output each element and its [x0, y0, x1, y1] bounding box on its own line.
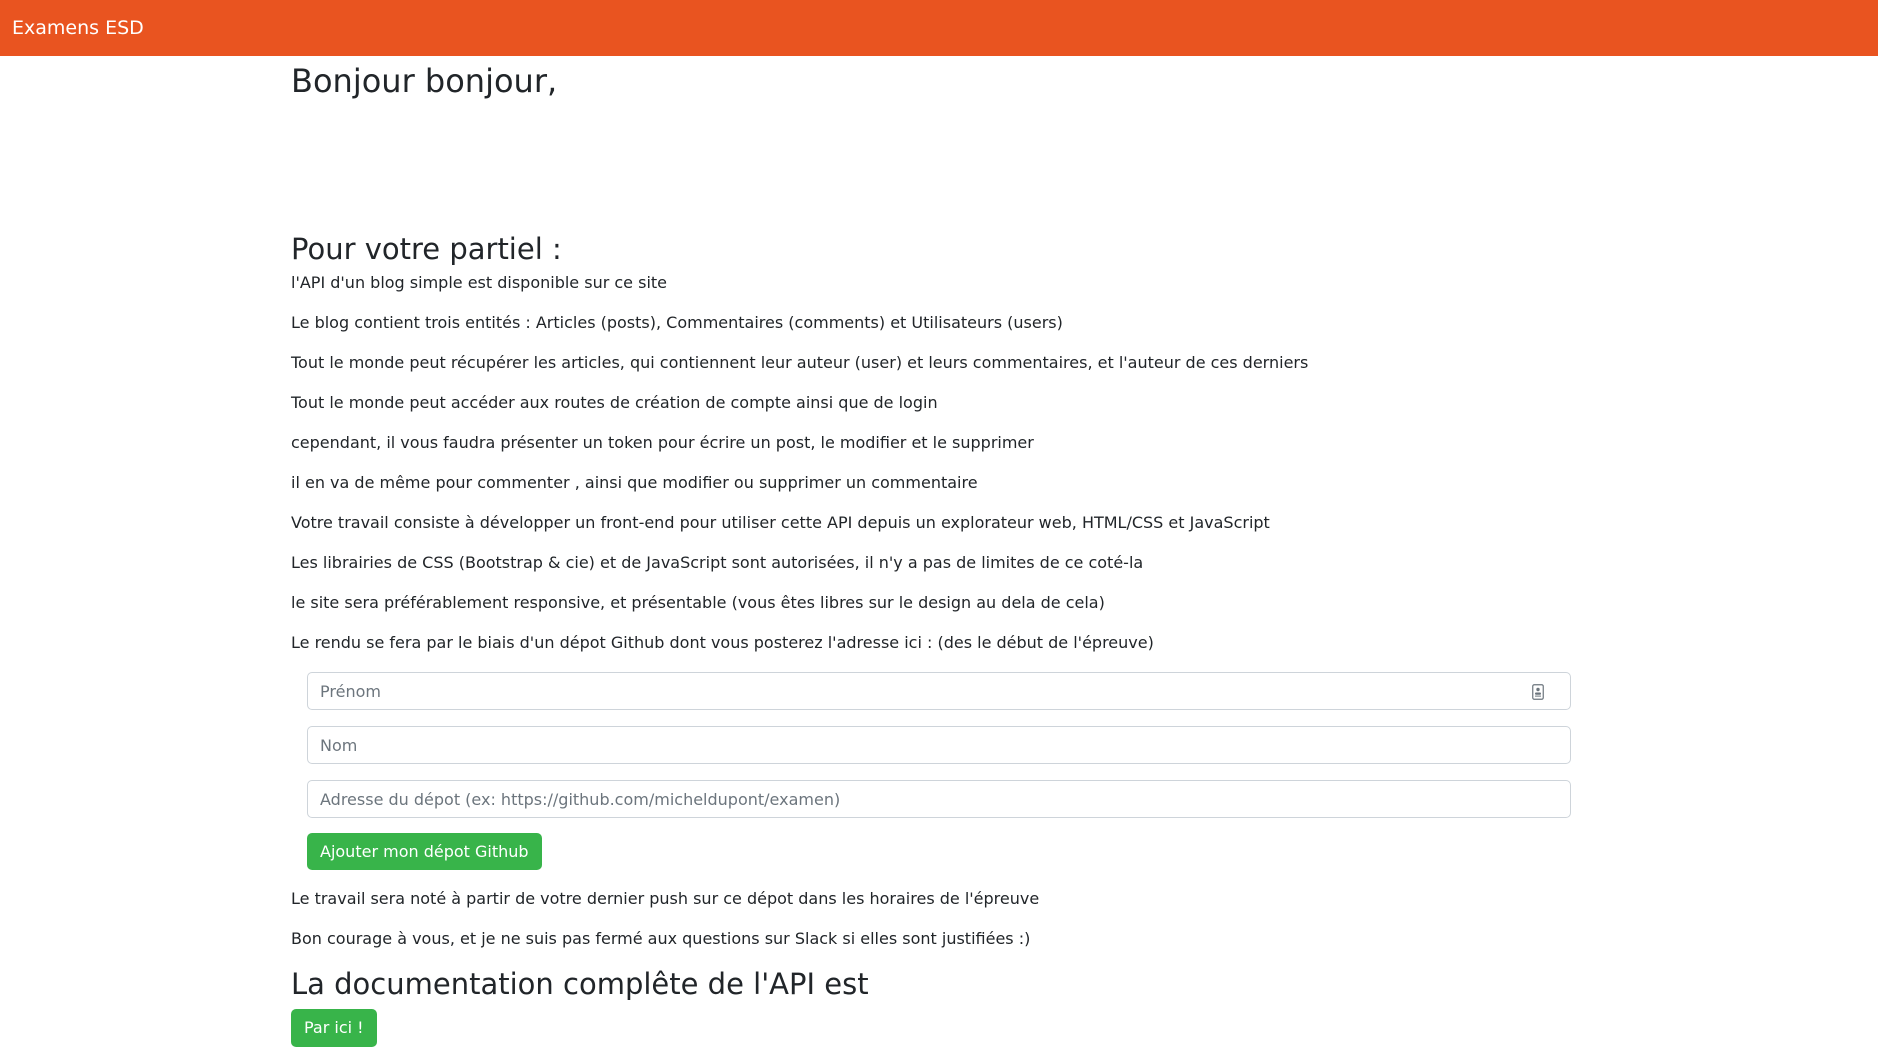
- paragraph: il en va de même pour commenter , ainsi …: [291, 473, 978, 492]
- paragraph: Votre travail consiste à développer un f…: [291, 513, 1270, 532]
- paragraph: l'API d'un blog simple est disponible su…: [291, 273, 667, 292]
- paragraph: cependant, il vous faudra présenter un t…: [291, 433, 1034, 452]
- firstname-field-wrapper: [307, 672, 1571, 710]
- doc-link-button[interactable]: Par ici !: [291, 1009, 377, 1047]
- paragraph: Le blog contient trois entités : Article…: [291, 313, 1063, 332]
- section-title: Pour votre partiel :: [291, 232, 562, 266]
- contact-card-icon[interactable]: [1532, 684, 1544, 700]
- repo-form: Ajouter mon dépot Github: [307, 672, 1571, 870]
- lastname-input[interactable]: [308, 727, 1570, 763]
- paragraph: Tout le monde peut accéder aux routes de…: [291, 393, 938, 412]
- navbar: Examens ESD: [0, 0, 1878, 56]
- repo-url-input[interactable]: [308, 781, 1570, 817]
- add-repo-button[interactable]: Ajouter mon dépot Github: [307, 833, 542, 870]
- firstname-input[interactable]: [308, 673, 1570, 709]
- greeting-heading: Bonjour bonjour,: [291, 62, 558, 100]
- paragraph: Les librairies de CSS (Bootstrap & cie) …: [291, 553, 1144, 572]
- navbar-brand[interactable]: Examens ESD: [12, 17, 144, 39]
- repo-field-wrapper: [307, 780, 1571, 818]
- paragraph: Le rendu se fera par le biais d'un dépot…: [291, 633, 1154, 652]
- paragraph: Bon courage à vous, et je ne suis pas fe…: [291, 929, 1031, 948]
- lastname-field-wrapper: [307, 726, 1571, 764]
- paragraph: le site sera préférablement responsive, …: [291, 593, 1105, 612]
- paragraph: Le travail sera noté à partir de votre d…: [291, 889, 1040, 908]
- doc-title: La documentation complête de l'API est: [291, 967, 869, 1001]
- paragraph: Tout le monde peut récupérer les article…: [291, 353, 1309, 372]
